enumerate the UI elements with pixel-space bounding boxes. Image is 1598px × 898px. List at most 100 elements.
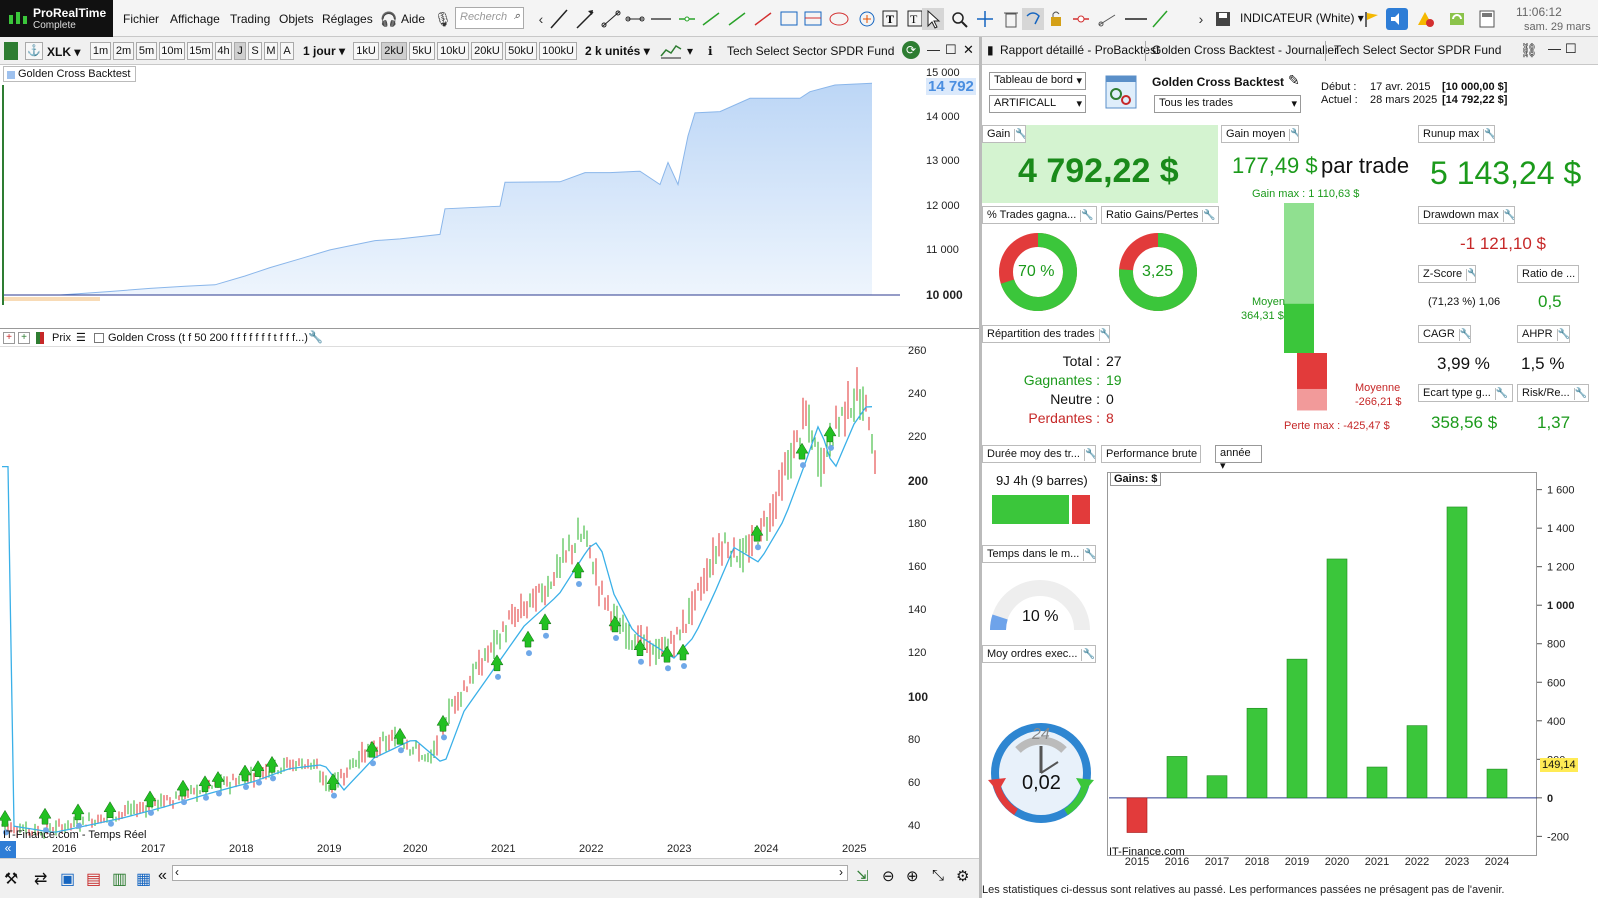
perf-title[interactable]: Performance brute🔧 <box>1101 445 1201 463</box>
scroll-left-arrow-icon[interactable]: ‹ <box>175 865 179 879</box>
settings-icon[interactable]: ⚙ <box>956 867 969 885</box>
maximize-icon[interactable]: ☐ <box>1565 41 1577 57</box>
wrench-icon[interactable]: 🔧 <box>1014 129 1025 141</box>
save-icon[interactable] <box>1212 8 1234 30</box>
wrench-icon[interactable]: 🔧 <box>1080 210 1094 222</box>
tab-golden-cross[interactable]: Golden Cross Backtest - Journalier <box>1152 43 1338 57</box>
wrench-icon[interactable]: 🔧 <box>1483 129 1494 141</box>
tf-15m[interactable]: 15m <box>187 42 213 60</box>
export-icon[interactable]: ▥ <box>112 869 127 889</box>
comment-icon[interactable]: ▣ <box>60 869 75 889</box>
unit-100ku[interactable]: 100kU <box>539 42 577 60</box>
risk-title[interactable]: Risk/Re... 🔧 <box>1517 384 1589 402</box>
period-select[interactable]: 1 jour ▾ <box>303 44 345 58</box>
zscore-title[interactable]: Z-Score🔧 <box>1418 265 1476 283</box>
calculator-icon[interactable] <box>1476 8 1498 30</box>
runup-title[interactable]: Runup max🔧 <box>1418 125 1495 143</box>
unit-1ku[interactable]: 1kU <box>353 42 379 60</box>
menu-trading[interactable]: Trading <box>230 12 270 26</box>
wrench-icon[interactable]: 🔧 <box>1202 210 1216 222</box>
minimize-icon[interactable]: — <box>927 42 940 57</box>
minimize-icon[interactable]: — <box>1548 41 1561 56</box>
repartition-title[interactable]: Répartition des trades🔧 <box>982 325 1110 343</box>
tf-4h[interactable]: 4h <box>215 42 232 60</box>
tf-5m[interactable]: 5m <box>136 42 157 60</box>
gain-moyen-title[interactable]: Gain moyen🔧 <box>1221 125 1299 143</box>
sync-icon[interactable] <box>1446 8 1468 30</box>
wrench-icon[interactable]: 🔧 <box>1556 329 1569 341</box>
tf-j[interactable]: J <box>234 42 246 60</box>
mic-icon[interactable]: 🎙 <box>432 8 454 30</box>
menu-objets[interactable]: Objets <box>279 12 314 26</box>
collapse-icon[interactable]: « <box>158 867 167 885</box>
pct-trades-title[interactable]: % Trades gagna... 🔧 <box>982 206 1097 224</box>
wrench-icon[interactable]: 🔧 <box>1083 449 1095 461</box>
zoom-in-icon[interactable]: ⊕ <box>906 867 919 885</box>
moy-ordres-title[interactable]: Moy ordres exec... 🔧 <box>982 645 1096 663</box>
ecart-title[interactable]: Ecart type g... 🔧 <box>1418 384 1513 402</box>
gain-card-title[interactable]: Gain🔧 <box>982 125 1026 143</box>
link-icon[interactable]: ⚓ <box>25 42 43 60</box>
tf-1m[interactable]: 1m <box>90 42 111 60</box>
close-icon[interactable]: ✕ <box>963 42 974 58</box>
tf-s[interactable]: S <box>248 42 262 60</box>
tab-instrument[interactable]: Tech Select Sector SPDR Fund <box>1334 43 1501 57</box>
menu-aide[interactable]: Aide <box>401 12 425 26</box>
share-icon[interactable]: ⇄ <box>34 869 47 889</box>
trades-select[interactable]: Tous les trades ▾ <box>1154 95 1301 113</box>
ratio-de-title[interactable]: Ratio de ... <box>1517 265 1579 283</box>
tab-rapport[interactable]: Rapport détaillé - ProBacktest <box>1000 43 1159 57</box>
link-chain-icon[interactable]: ⛓ <box>1520 42 1538 59</box>
tf-a[interactable]: A <box>280 42 294 60</box>
wrench-icon[interactable]: 🔧 <box>1466 269 1475 281</box>
scroll-right-arrow-icon[interactable]: › <box>839 865 843 879</box>
units-select[interactable]: 2 k unités ▾ <box>585 44 650 58</box>
drawing-tools[interactable]: T T <box>549 8 1169 30</box>
wrench-icon[interactable]: 🔧 <box>1494 388 1508 400</box>
ratio-gp-title[interactable]: Ratio Gains/Pertes 🔧 <box>1101 206 1219 224</box>
tf-2m[interactable]: 2m <box>113 42 134 60</box>
unit-5ku[interactable]: 5kU <box>409 42 435 60</box>
unit-20ku[interactable]: 20kU <box>471 42 503 60</box>
perf-period-select[interactable]: année ▾ <box>1215 445 1262 472</box>
wrench-icon[interactable]: 🔧 <box>1573 388 1587 400</box>
dashboard-select[interactable]: Tableau de bord ▾ <box>989 72 1086 90</box>
add-indicator-icon[interactable]: + <box>18 332 30 344</box>
menu-fichier[interactable]: Fichier <box>123 12 159 26</box>
speaker-icon[interactable] <box>1386 8 1408 30</box>
headset-icon[interactable]: 🎧 <box>378 8 400 30</box>
autoscale-icon[interactable]: ⇲ <box>856 867 869 885</box>
unit-2ku[interactable]: 2kU <box>381 42 407 60</box>
cagr-title[interactable]: CAGR 🔧 <box>1418 325 1471 343</box>
maximize-icon[interactable]: ☐ <box>945 42 957 58</box>
tools-icon[interactable]: ⚒ <box>4 869 18 889</box>
indicator-chart-icon[interactable] <box>660 42 682 60</box>
wrench-icon[interactable]: 🔧 <box>1098 329 1109 341</box>
zoom-out-icon[interactable]: ⊖ <box>882 867 895 885</box>
scroll-left-icon[interactable]: « <box>0 841 16 858</box>
wrench-icon[interactable]: 🔧 <box>1083 549 1095 561</box>
menu-reglages[interactable]: Réglages <box>322 12 373 26</box>
refresh-icon[interactable]: ⟳ <box>902 41 920 59</box>
info-icon[interactable]: ℹ <box>708 44 713 58</box>
report-icon[interactable]: ▤ <box>86 869 101 889</box>
tf-m[interactable]: M <box>264 42 278 60</box>
wrench-icon[interactable]: 🔧 <box>1502 210 1514 222</box>
menu-affichage[interactable]: Affichage <box>170 12 220 26</box>
wrench-icon[interactable]: 🔧 <box>308 330 323 344</box>
horizontal-scrollbar[interactable]: ‹ › <box>172 865 848 881</box>
unit-10ku[interactable]: 10kU <box>437 42 469 60</box>
chart-type-icon[interactable] <box>4 42 18 60</box>
screenshot-icon[interactable]: ▦ <box>136 869 151 889</box>
search-icon[interactable]: ⌕ <box>514 10 520 23</box>
wrench-icon[interactable]: 🔧 <box>1458 329 1470 341</box>
flag-icon[interactable] <box>1360 8 1382 30</box>
list-icon[interactable]: ☰ <box>76 331 86 344</box>
unit-50ku[interactable]: 50kU <box>505 42 537 60</box>
temps-title[interactable]: Temps dans le m... 🔧 <box>982 545 1096 563</box>
remove-indicator-icon[interactable]: + <box>3 332 15 344</box>
ahpr-title[interactable]: AHPR 🔧 <box>1517 325 1570 343</box>
wrench-icon[interactable]: 🔧 <box>1081 649 1095 661</box>
chevron-right-icon[interactable]: › <box>1190 8 1212 30</box>
indicator-select[interactable]: INDICATEUR (White) ▾ <box>1240 11 1364 25</box>
